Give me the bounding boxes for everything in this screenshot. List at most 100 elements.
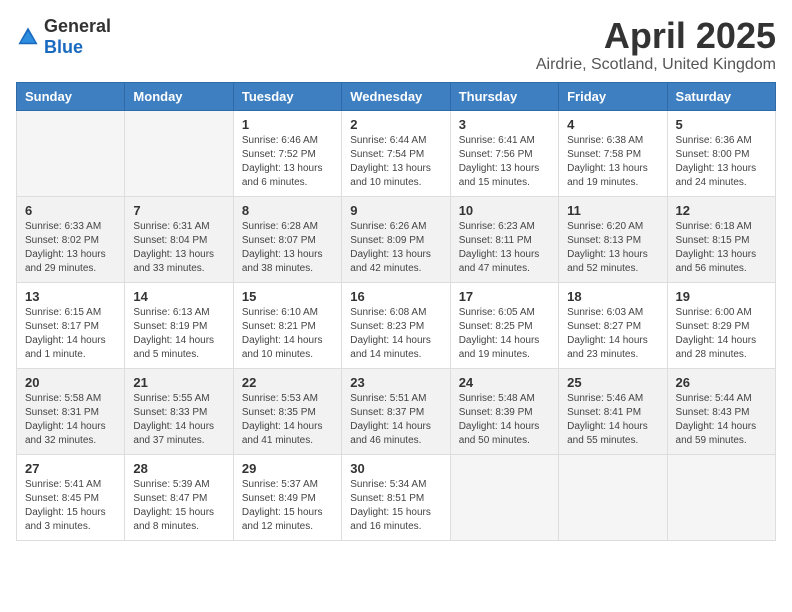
calendar-row-4: 20 Sunrise: 5:58 AM Sunset: 8:31 PM Dayli… <box>17 368 776 454</box>
day-number: 6 <box>25 203 116 218</box>
day-info: Sunrise: 6:28 AM Sunset: 8:07 PM Dayligh… <box>242 220 333 276</box>
calendar-row-2: 6 Sunrise: 6:33 AM Sunset: 8:02 PM Daylig… <box>17 196 776 282</box>
calendar-cell: 8Sunrise: 6:28 AM Sunset: 8:07 PM Daylig… <box>233 196 341 282</box>
day-number: 16 <box>350 289 441 304</box>
day-info: Sunrise: 6:08 AM Sunset: 8:23 PM Dayligh… <box>350 306 441 362</box>
month-title: April 2025 <box>536 16 776 56</box>
logo-general: General <box>44 16 111 36</box>
calendar-cell: 30 Sunrise: 5:34 AM Sunset: 8:51 PM Dayli… <box>342 454 450 540</box>
col-friday: Friday <box>559 82 667 110</box>
calendar-cell: 16 Sunrise: 6:08 AM Sunset: 8:23 PM Dayli… <box>342 282 450 368</box>
day-info: Sunrise: 5:46 AM Sunset: 8:41 PM Dayligh… <box>567 392 658 448</box>
calendar-row-5: 27 Sunrise: 5:41 AM Sunset: 8:45 PM Dayli… <box>17 454 776 540</box>
calendar-cell <box>125 110 233 196</box>
logo-text: General Blue <box>44 16 111 58</box>
day-info: Sunrise: 5:41 AM Sunset: 8:45 PM Dayligh… <box>25 478 116 534</box>
calendar-table: Sunday Monday Tuesday Wednesday Thursday… <box>16 82 776 541</box>
calendar-cell: 28 Sunrise: 5:39 AM Sunset: 8:47 PM Dayli… <box>125 454 233 540</box>
calendar-cell: 2Sunrise: 6:44 AM Sunset: 7:54 PM Daylig… <box>342 110 450 196</box>
day-number: 25 <box>567 375 658 390</box>
calendar-cell: 19 Sunrise: 6:00 AM Sunset: 8:29 PM Dayli… <box>667 282 775 368</box>
day-number: 23 <box>350 375 441 390</box>
col-thursday: Thursday <box>450 82 558 110</box>
day-info: Sunrise: 5:58 AM Sunset: 8:31 PM Dayligh… <box>25 392 116 448</box>
day-number: 29 <box>242 461 333 476</box>
day-number: 15 <box>242 289 333 304</box>
day-number: 21 <box>133 375 224 390</box>
day-info: Sunrise: 5:34 AM Sunset: 8:51 PM Dayligh… <box>350 478 441 534</box>
calendar-cell: 14 Sunrise: 6:13 AM Sunset: 8:19 PM Dayli… <box>125 282 233 368</box>
calendar-cell: 9 Sunrise: 6:26 AM Sunset: 8:09 PM Daylig… <box>342 196 450 282</box>
day-info: Sunrise: 6:20 AM Sunset: 8:13 PM Dayligh… <box>567 220 658 276</box>
calendar-cell: 17 Sunrise: 6:05 AM Sunset: 8:25 PM Dayli… <box>450 282 558 368</box>
day-number: 14 <box>133 289 224 304</box>
day-number: 19 <box>676 289 767 304</box>
calendar-cell: 15 Sunrise: 6:10 AM Sunset: 8:21 PM Dayli… <box>233 282 341 368</box>
day-info: Sunrise: 6:13 AM Sunset: 8:19 PM Dayligh… <box>133 306 224 362</box>
calendar-row-3: 13 Sunrise: 6:15 AM Sunset: 8:17 PM Dayli… <box>17 282 776 368</box>
day-number: 11 <box>567 203 658 218</box>
day-number: 17 <box>459 289 550 304</box>
day-info: Sunrise: 6:33 AM Sunset: 8:02 PM Dayligh… <box>25 220 116 276</box>
calendar-cell: 5 Sunrise: 6:36 AM Sunset: 8:00 PM Daylig… <box>667 110 775 196</box>
calendar-cell: 24 Sunrise: 5:48 AM Sunset: 8:39 PM Dayli… <box>450 368 558 454</box>
calendar-cell: 22 Sunrise: 5:53 AM Sunset: 8:35 PM Dayli… <box>233 368 341 454</box>
day-info: Sunrise: 6:31 AM Sunset: 8:04 PM Dayligh… <box>133 220 224 276</box>
calendar-cell: 7 Sunrise: 6:31 AM Sunset: 8:04 PM Daylig… <box>125 196 233 282</box>
day-number: 7 <box>133 203 224 218</box>
day-info: Sunrise: 5:44 AM Sunset: 8:43 PM Dayligh… <box>676 392 767 448</box>
day-number: 24 <box>459 375 550 390</box>
day-number: 3 <box>459 117 550 132</box>
day-number: 27 <box>25 461 116 476</box>
day-number: 4 <box>567 117 658 132</box>
day-number: 13 <box>25 289 116 304</box>
day-info: Sunrise: 5:51 AM Sunset: 8:37 PM Dayligh… <box>350 392 441 448</box>
day-number: 5 <box>676 117 767 132</box>
day-info: Sunrise: 6:41 AM Sunset: 7:56 PM Dayligh… <box>459 134 550 190</box>
col-sunday: Sunday <box>17 82 125 110</box>
calendar-cell: 6 Sunrise: 6:33 AM Sunset: 8:02 PM Daylig… <box>17 196 125 282</box>
day-number: 18 <box>567 289 658 304</box>
calendar-cell: 13 Sunrise: 6:15 AM Sunset: 8:17 PM Dayli… <box>17 282 125 368</box>
calendar-row-1: 1Sunrise: 6:46 AM Sunset: 7:52 PM Daylig… <box>17 110 776 196</box>
logo-blue: Blue <box>44 37 83 57</box>
day-info: Sunrise: 6:10 AM Sunset: 8:21 PM Dayligh… <box>242 306 333 362</box>
day-info: Sunrise: 6:05 AM Sunset: 8:25 PM Dayligh… <box>459 306 550 362</box>
calendar-cell: 29 Sunrise: 5:37 AM Sunset: 8:49 PM Dayli… <box>233 454 341 540</box>
day-number: 9 <box>350 203 441 218</box>
day-info: Sunrise: 6:00 AM Sunset: 8:29 PM Dayligh… <box>676 306 767 362</box>
day-info: Sunrise: 5:55 AM Sunset: 8:33 PM Dayligh… <box>133 392 224 448</box>
calendar-cell: 4 Sunrise: 6:38 AM Sunset: 7:58 PM Daylig… <box>559 110 667 196</box>
day-number: 20 <box>25 375 116 390</box>
day-number: 10 <box>459 203 550 218</box>
calendar-cell: 27 Sunrise: 5:41 AM Sunset: 8:45 PM Dayli… <box>17 454 125 540</box>
day-info: Sunrise: 6:23 AM Sunset: 8:11 PM Dayligh… <box>459 220 550 276</box>
day-info: Sunrise: 6:38 AM Sunset: 7:58 PM Dayligh… <box>567 134 658 190</box>
day-number: 30 <box>350 461 441 476</box>
calendar-cell <box>559 454 667 540</box>
calendar-cell <box>450 454 558 540</box>
day-info: Sunrise: 5:39 AM Sunset: 8:47 PM Dayligh… <box>133 478 224 534</box>
logo-icon <box>16 25 40 49</box>
logo: General Blue <box>16 16 111 58</box>
page-header: General Blue April 2025 Airdrie, Scotlan… <box>16 16 776 74</box>
day-info: Sunrise: 6:36 AM Sunset: 8:00 PM Dayligh… <box>676 134 767 190</box>
day-info: Sunrise: 6:03 AM Sunset: 8:27 PM Dayligh… <box>567 306 658 362</box>
day-info: Sunrise: 6:15 AM Sunset: 8:17 PM Dayligh… <box>25 306 116 362</box>
header-row: Sunday Monday Tuesday Wednesday Thursday… <box>17 82 776 110</box>
day-info: Sunrise: 6:18 AM Sunset: 8:15 PM Dayligh… <box>676 220 767 276</box>
col-saturday: Saturday <box>667 82 775 110</box>
day-info: Sunrise: 5:37 AM Sunset: 8:49 PM Dayligh… <box>242 478 333 534</box>
calendar-cell: 18 Sunrise: 6:03 AM Sunset: 8:27 PM Dayli… <box>559 282 667 368</box>
calendar-cell: 1Sunrise: 6:46 AM Sunset: 7:52 PM Daylig… <box>233 110 341 196</box>
calendar-cell: 21 Sunrise: 5:55 AM Sunset: 8:33 PM Dayli… <box>125 368 233 454</box>
calendar-cell: 23 Sunrise: 5:51 AM Sunset: 8:37 PM Dayli… <box>342 368 450 454</box>
day-info: Sunrise: 5:48 AM Sunset: 8:39 PM Dayligh… <box>459 392 550 448</box>
day-info: Sunrise: 6:26 AM Sunset: 8:09 PM Dayligh… <box>350 220 441 276</box>
day-number: 28 <box>133 461 224 476</box>
calendar-cell: 12Sunrise: 6:18 AM Sunset: 8:15 PM Dayli… <box>667 196 775 282</box>
col-tuesday: Tuesday <box>233 82 341 110</box>
day-number: 22 <box>242 375 333 390</box>
col-wednesday: Wednesday <box>342 82 450 110</box>
day-info: Sunrise: 5:53 AM Sunset: 8:35 PM Dayligh… <box>242 392 333 448</box>
